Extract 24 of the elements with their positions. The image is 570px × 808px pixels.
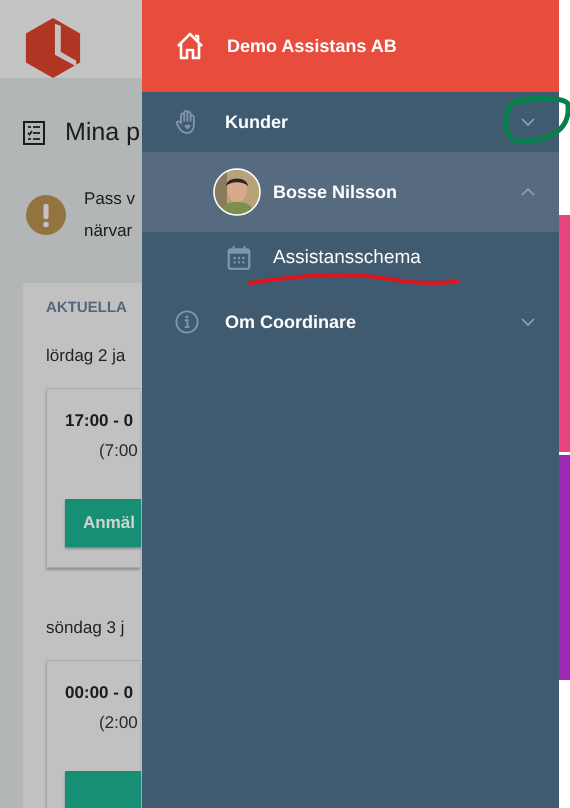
shift-time: 17:00 - 0	[65, 411, 134, 431]
home-icon	[175, 32, 205, 60]
menu-item[interactable]: Assistansschema	[142, 232, 559, 284]
section-heading: AKTUELLA	[46, 299, 127, 316]
date-label: lördag 2 ja	[46, 346, 126, 366]
chevron-down-icon[interactable]	[521, 318, 535, 326]
notice-text: Pass v	[84, 188, 136, 210]
info-icon	[175, 309, 199, 335]
menu-item[interactable]: Bosse Nilsson	[142, 152, 559, 232]
shift-duration: (7:00	[99, 441, 138, 461]
drawer-header[interactable]: Demo Assistans AB	[142, 0, 559, 92]
menu-item[interactable]: Om Coordinare	[142, 292, 559, 352]
notice-text: närvar	[84, 220, 134, 242]
shift-time: 00:00 - 0	[65, 683, 134, 703]
menu-item[interactable]: Kunder	[142, 92, 559, 152]
calendar-icon	[227, 245, 251, 271]
company-name: Demo Assistans AB	[227, 36, 397, 56]
warning-icon	[26, 195, 66, 235]
date-label: söndag 3 j	[46, 618, 124, 638]
chevron-up-icon[interactable]	[521, 188, 535, 196]
shift-duration: (2:00	[99, 713, 138, 733]
chevron-down-icon[interactable]	[521, 118, 535, 126]
page-title: Mina p	[65, 118, 140, 147]
checklist-icon	[23, 120, 45, 144]
